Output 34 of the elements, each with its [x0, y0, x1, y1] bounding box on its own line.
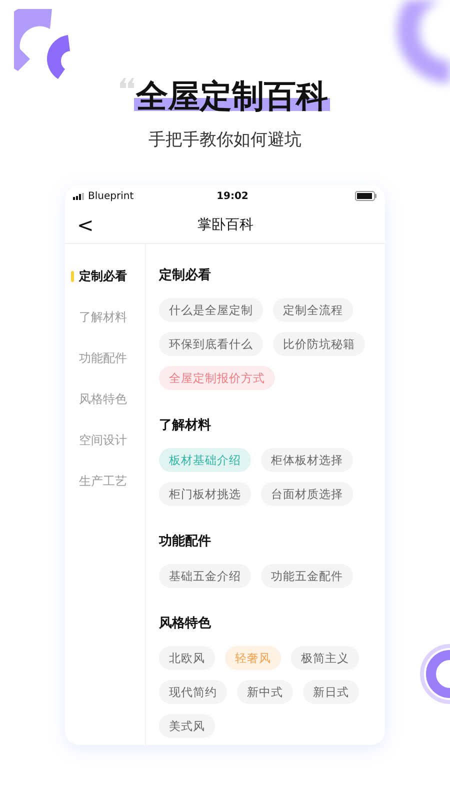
topic-tag[interactable]: 基础五金介绍	[159, 564, 251, 588]
topic-tag[interactable]: 美式风	[159, 714, 215, 738]
sidebar-item[interactable]: 空间设计	[65, 430, 145, 450]
topic-tag[interactable]: 新日式	[303, 680, 359, 704]
section-title: 定制必看	[159, 266, 212, 284]
topic-tag[interactable]: 环保到底看什么	[159, 332, 263, 356]
sidebar-item[interactable]: 定制必看	[65, 266, 145, 286]
topic-tag[interactable]: 柜门板材挑选	[159, 482, 251, 506]
topic-tag[interactable]: 北欧风	[159, 646, 215, 670]
sidebar-item[interactable]: 生产工艺	[65, 471, 145, 491]
sidebar-item[interactable]: 了解材料	[65, 307, 145, 327]
topic-tag[interactable]: 新中式	[237, 680, 293, 704]
sidebar-item[interactable]: 功能配件	[65, 348, 145, 368]
status-time: 19:02	[216, 190, 250, 202]
topic-tag[interactable]: 柜体板材选择	[261, 448, 353, 472]
section-title: 了解材料	[159, 417, 212, 434]
topic-tag[interactable]: 比价防坑秘籍	[273, 332, 365, 356]
signal-icon	[73, 192, 85, 200]
topic-tag[interactable]: 现代简约	[159, 680, 227, 704]
carrier-name: Blueprint	[88, 190, 135, 202]
topic-tag[interactable]: 台面材质选择	[261, 482, 353, 506]
quote-icon	[120, 78, 134, 88]
section-title: 风格特色	[159, 615, 212, 632]
back-button[interactable]: <	[73, 213, 98, 237]
screen-title: 掌卧百科	[196, 216, 254, 234]
battery-icon	[354, 191, 377, 201]
page-subtitle: 手把手教你如何避坑	[148, 129, 302, 151]
topic-tag[interactable]: 定制全流程	[273, 298, 353, 322]
topic-tag[interactable]: 什么是全屋定制	[159, 298, 263, 322]
section-title: 功能配件	[159, 533, 212, 550]
sidebar-item[interactable]: 风格特色	[65, 389, 145, 409]
topic-tag[interactable]: 功能五金配件	[261, 564, 353, 588]
topic-tag[interactable]: 极简主义	[291, 646, 359, 670]
ring-drawing	[420, 644, 450, 704]
